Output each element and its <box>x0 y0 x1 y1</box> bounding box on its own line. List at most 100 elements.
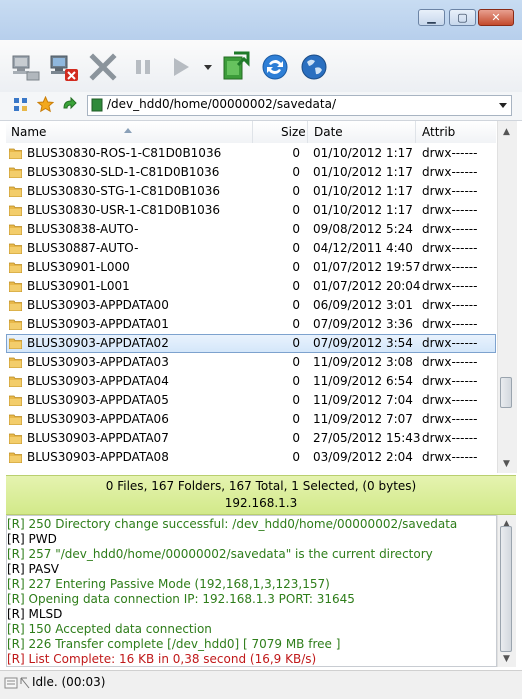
file-attrib: drwx------ <box>422 431 478 445</box>
file-list-scrollbar[interactable] <box>497 121 517 473</box>
file-name: BLUS30830-ROS-1-C81D0B1036 <box>27 146 222 160</box>
scroll-down-icon[interactable]: ▼ <box>500 457 513 470</box>
file-row[interactable]: BLUS30903-APPDATA04 0 11/09/2012 6:54 drwx-… <box>6 372 496 391</box>
file-attrib: drwx------ <box>422 184 478 198</box>
file-row[interactable]: BLUS30901-L001 0 01/07/2012 20:04 drwx-----… <box>6 277 496 296</box>
pause-button[interactable] <box>126 50 160 84</box>
file-attrib: drwx------ <box>422 203 478 217</box>
folder-icon <box>9 224 22 235</box>
file-row[interactable]: BLUS30830-SLD-1-C81D0B1036 0 01/10/2012 1:… <box>6 163 496 182</box>
connect-button[interactable] <box>9 50 43 84</box>
file-row[interactable]: BLUS30903-APPDATA03 0 11/09/2012 3:08 drwx-… <box>6 353 496 372</box>
maximize-button[interactable]: ▢ <box>449 9 476 26</box>
file-attrib: drwx------ <box>422 450 478 464</box>
sync-button[interactable] <box>258 50 292 84</box>
file-row[interactable]: BLUS30838-AUTO- 0 09/08/2012 5:24 drwx-----… <box>6 220 496 239</box>
file-attrib: drwx------ <box>422 317 478 331</box>
file-row[interactable]: BLUS30903-APPDATA07 0 27/05/2012 15:43 drwx… <box>6 429 496 448</box>
drive-icon <box>91 98 103 112</box>
file-row[interactable]: BLUS30830-USR-1-C81D0B1036 0 01/10/2012 1:… <box>6 201 496 220</box>
refresh-remote-button[interactable] <box>219 50 253 84</box>
file-row[interactable]: BLUS30903-APPDATA05 0 11/09/2012 7:04 drwx-… <box>6 391 496 410</box>
address-path: /dev_hdd0/home/00000002/savedata/ <box>107 97 337 111</box>
file-attrib: drwx------ <box>422 393 478 407</box>
tree-view-button[interactable] <box>13 97 29 113</box>
minimize-button[interactable]: ▁ <box>418 9 445 26</box>
log-line: [R] 226 Transfer complete [/dev_hdd0] [ … <box>7 637 341 651</box>
scroll-thumb[interactable] <box>500 377 512 408</box>
column-divider[interactable] <box>252 121 253 143</box>
file-attrib: drwx------ <box>422 165 478 179</box>
file-attrib: drwx------ <box>422 146 478 160</box>
tree-view-icon <box>14 98 27 111</box>
column-divider[interactable] <box>415 121 416 143</box>
file-date: 01/07/2012 19:57 <box>313 260 421 274</box>
file-size: 0 <box>292 412 300 426</box>
file-row[interactable]: BLUS30903-APPDATA02 0 07/09/2012 3:54 drwx-… <box>6 334 496 353</box>
file-attrib: drwx------ <box>422 412 478 426</box>
file-date: 04/12/2011 4:40 <box>313 241 413 255</box>
log-toggle-icon[interactable] <box>4 676 18 690</box>
file-row[interactable]: BLUS30903-APPDATA06 0 11/09/2012 7:07 drwx-… <box>6 410 496 429</box>
column-divider[interactable] <box>307 121 308 143</box>
scroll-up-icon[interactable]: ▲ <box>500 125 513 138</box>
file-date: 01/10/2012 1:17 <box>313 146 413 160</box>
file-name: BLUS30901-L001 <box>27 279 130 293</box>
file-row[interactable]: BLUS30830-ROS-1-C81D0B1036 0 01/10/2012 1:… <box>6 144 496 163</box>
column-size[interactable]: Size <box>281 125 306 139</box>
file-size: 0 <box>292 431 300 445</box>
parent-directory-button[interactable] <box>60 96 77 113</box>
file-date: 03/09/2012 2:04 <box>313 450 413 464</box>
queue-toggle-icon[interactable] <box>19 676 31 690</box>
file-attrib: drwx------ <box>422 241 478 255</box>
file-date: 09/08/2012 5:24 <box>313 222 413 236</box>
globe-button[interactable] <box>297 50 331 84</box>
disconnect-icon <box>50 55 78 81</box>
file-attrib: drwx------ <box>422 355 478 369</box>
favorites-button[interactable] <box>36 95 55 113</box>
log-line: [R] 250 Directory change successful: /de… <box>7 517 458 531</box>
address-dropdown[interactable] <box>497 99 509 111</box>
file-attrib: drwx------ <box>422 336 478 350</box>
folder-icon <box>9 300 22 311</box>
column-attrib[interactable]: Attrib <box>422 125 455 139</box>
file-row[interactable]: BLUS30887-AUTO- 0 04/12/2011 4:40 drwx-----… <box>6 239 496 258</box>
column-date[interactable]: Date <box>314 125 343 139</box>
log-line: [R] Opening data connection IP: 192.168.… <box>7 592 355 606</box>
queue-dropdown[interactable] <box>202 60 214 74</box>
log-line: [R] 227 Entering Passive Mode (192,168,1… <box>7 577 330 591</box>
sort-ascending-icon <box>124 122 132 133</box>
log-scroll-down-icon[interactable]: ▼ <box>500 652 513 665</box>
file-list: BLUS30830-ROS-1-C81D0B1036 0 01/10/2012 1:… <box>6 143 496 471</box>
folder-icon <box>9 167 22 178</box>
file-row[interactable]: BLUS30903-APPDATA00 0 06/09/2012 3:01 drwx-… <box>6 296 496 315</box>
file-size: 0 <box>292 260 300 274</box>
file-size: 0 <box>292 279 300 293</box>
file-size: 0 <box>292 336 300 350</box>
column-name[interactable]: Name <box>11 125 46 139</box>
disconnect-button[interactable] <box>47 50 81 84</box>
log-scroll-thumb[interactable] <box>500 526 512 652</box>
file-name: BLUS30830-STG-1-C81D0B1036 <box>27 184 221 198</box>
folder-icon <box>9 319 22 330</box>
file-name: BLUS30903-APPDATA06 <box>27 412 169 426</box>
file-size: 0 <box>292 355 300 369</box>
file-row[interactable]: BLUS30903-APPDATA08 0 03/09/2012 2:04 drwx-… <box>6 448 496 467</box>
folder-icon <box>9 338 22 349</box>
file-name: BLUS30903-APPDATA03 <box>27 355 169 369</box>
close-button[interactable]: ✕ <box>478 9 514 26</box>
file-size: 0 <box>292 165 300 179</box>
idle-status: Idle. (00:03) <box>32 675 106 689</box>
abort-button[interactable] <box>86 50 120 84</box>
file-row[interactable]: BLUS30903-APPDATA01 0 07/09/2012 3:36 drwx-… <box>6 315 496 334</box>
file-date: 11/09/2012 6:54 <box>313 374 413 388</box>
status-summary: 0 Files, 167 Folders, 167 Total, 1 Selec… <box>105 479 417 493</box>
chevron-down-icon <box>499 103 507 108</box>
file-name: BLUS30887-AUTO- <box>27 241 139 255</box>
abort-icon <box>89 53 117 81</box>
start-queue-button[interactable] <box>163 50 197 84</box>
file-row[interactable]: BLUS30830-STG-1-C81D0B1036 0 01/10/2012 1:… <box>6 182 496 201</box>
file-date: 07/09/2012 3:36 <box>313 317 413 331</box>
sync-icon <box>262 54 288 80</box>
file-row[interactable]: BLUS30901-L000 0 01/07/2012 19:57 drwx-----… <box>6 258 496 277</box>
